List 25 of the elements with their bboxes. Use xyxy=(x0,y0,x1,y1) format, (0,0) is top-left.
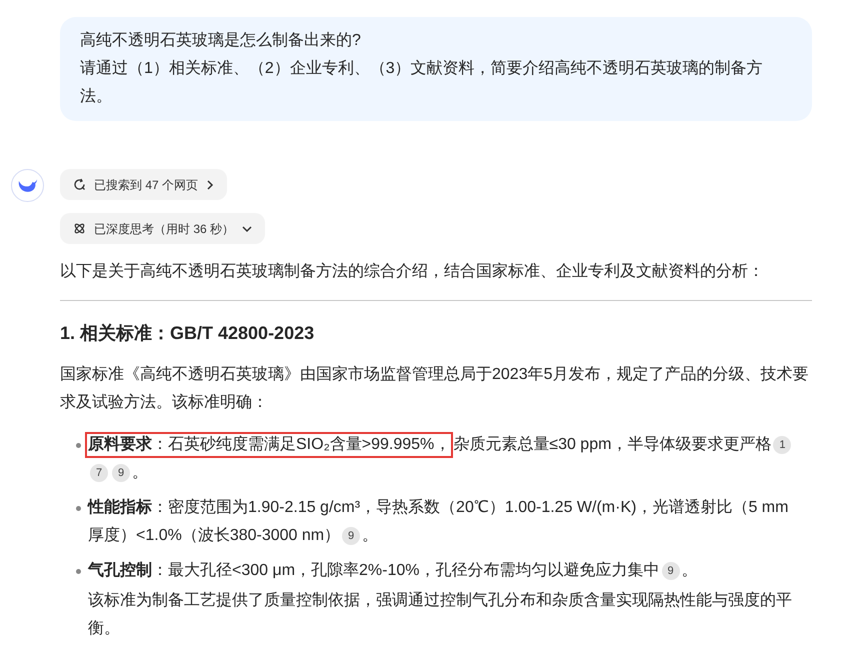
bullet-text: 杂质元素总量≤30 ppm，半导体级要求更严格 xyxy=(453,434,772,455)
question-text: 请通过（1）相关标准、（2）企业专利、（3）文献资料，简要介绍高纯不透明石英玻璃的制备方法。 xyxy=(80,58,764,107)
section-heading: 1. 相关标准：GB/T 42800-2023 xyxy=(60,322,316,345)
bullet-text: 。 xyxy=(362,526,378,546)
citation-badge[interactable]: 9 xyxy=(662,562,680,580)
answer-intro: 以下是关于高纯不透明石英玻璃制备方法的综合介绍，结合国家标准、企业专利及文献资料的分析： xyxy=(60,262,765,282)
chevron-down-icon xyxy=(242,224,252,232)
note-paragraph: 该标准为制备工艺提供了质量控制依据，强调通过控制气孔分布和杂质含量实现隔热性能与强度的平衡。 xyxy=(88,590,793,639)
question-text: 高纯不透明石英玻璃是怎么制备出来的? xyxy=(80,30,362,51)
citation-badge[interactable]: 1 xyxy=(773,436,792,454)
citation-badge[interactable]: 9 xyxy=(112,464,130,482)
chevron-right-icon xyxy=(206,180,214,190)
thinking-toggle-button[interactable]: 已深度思考（用时 36 秒） xyxy=(60,213,266,244)
refresh-search-icon xyxy=(73,178,86,191)
section-paragraph: 国家标准《高纯不透明石英玻璃》由国家市场监督管理总局于2023年5月发布，规定了产品的分级、技术要求及试验方法。该标准明确： xyxy=(60,364,810,413)
bullet-text: 性能指标：密度范围为1.90-2.15 g/cm³，导热系数（20℃）1.00-1.25 W/(m·K)，光谱透射比（5 mm xyxy=(88,498,788,518)
citation-badge[interactable]: 9 xyxy=(342,527,360,545)
bullet-text: 。 xyxy=(132,463,148,483)
highlighted-text: 原料要求：石英砂纯度需满足SIO₂含量>99.995%， xyxy=(85,432,454,458)
bullet-text: 厚度）<1.0%（波长380-3000 nm） xyxy=(88,526,340,546)
atom-icon xyxy=(73,222,86,235)
bullet-text: 气孔控制：最大孔径<300 μm，孔隙率2%-10%，孔径分布需均匀以避免应力集中 xyxy=(88,560,660,581)
citation-badge[interactable]: 7 xyxy=(90,464,108,482)
bullet-text: 。 xyxy=(682,561,698,581)
search-results-button[interactable]: 已搜索到 47 个网页 xyxy=(60,169,228,200)
